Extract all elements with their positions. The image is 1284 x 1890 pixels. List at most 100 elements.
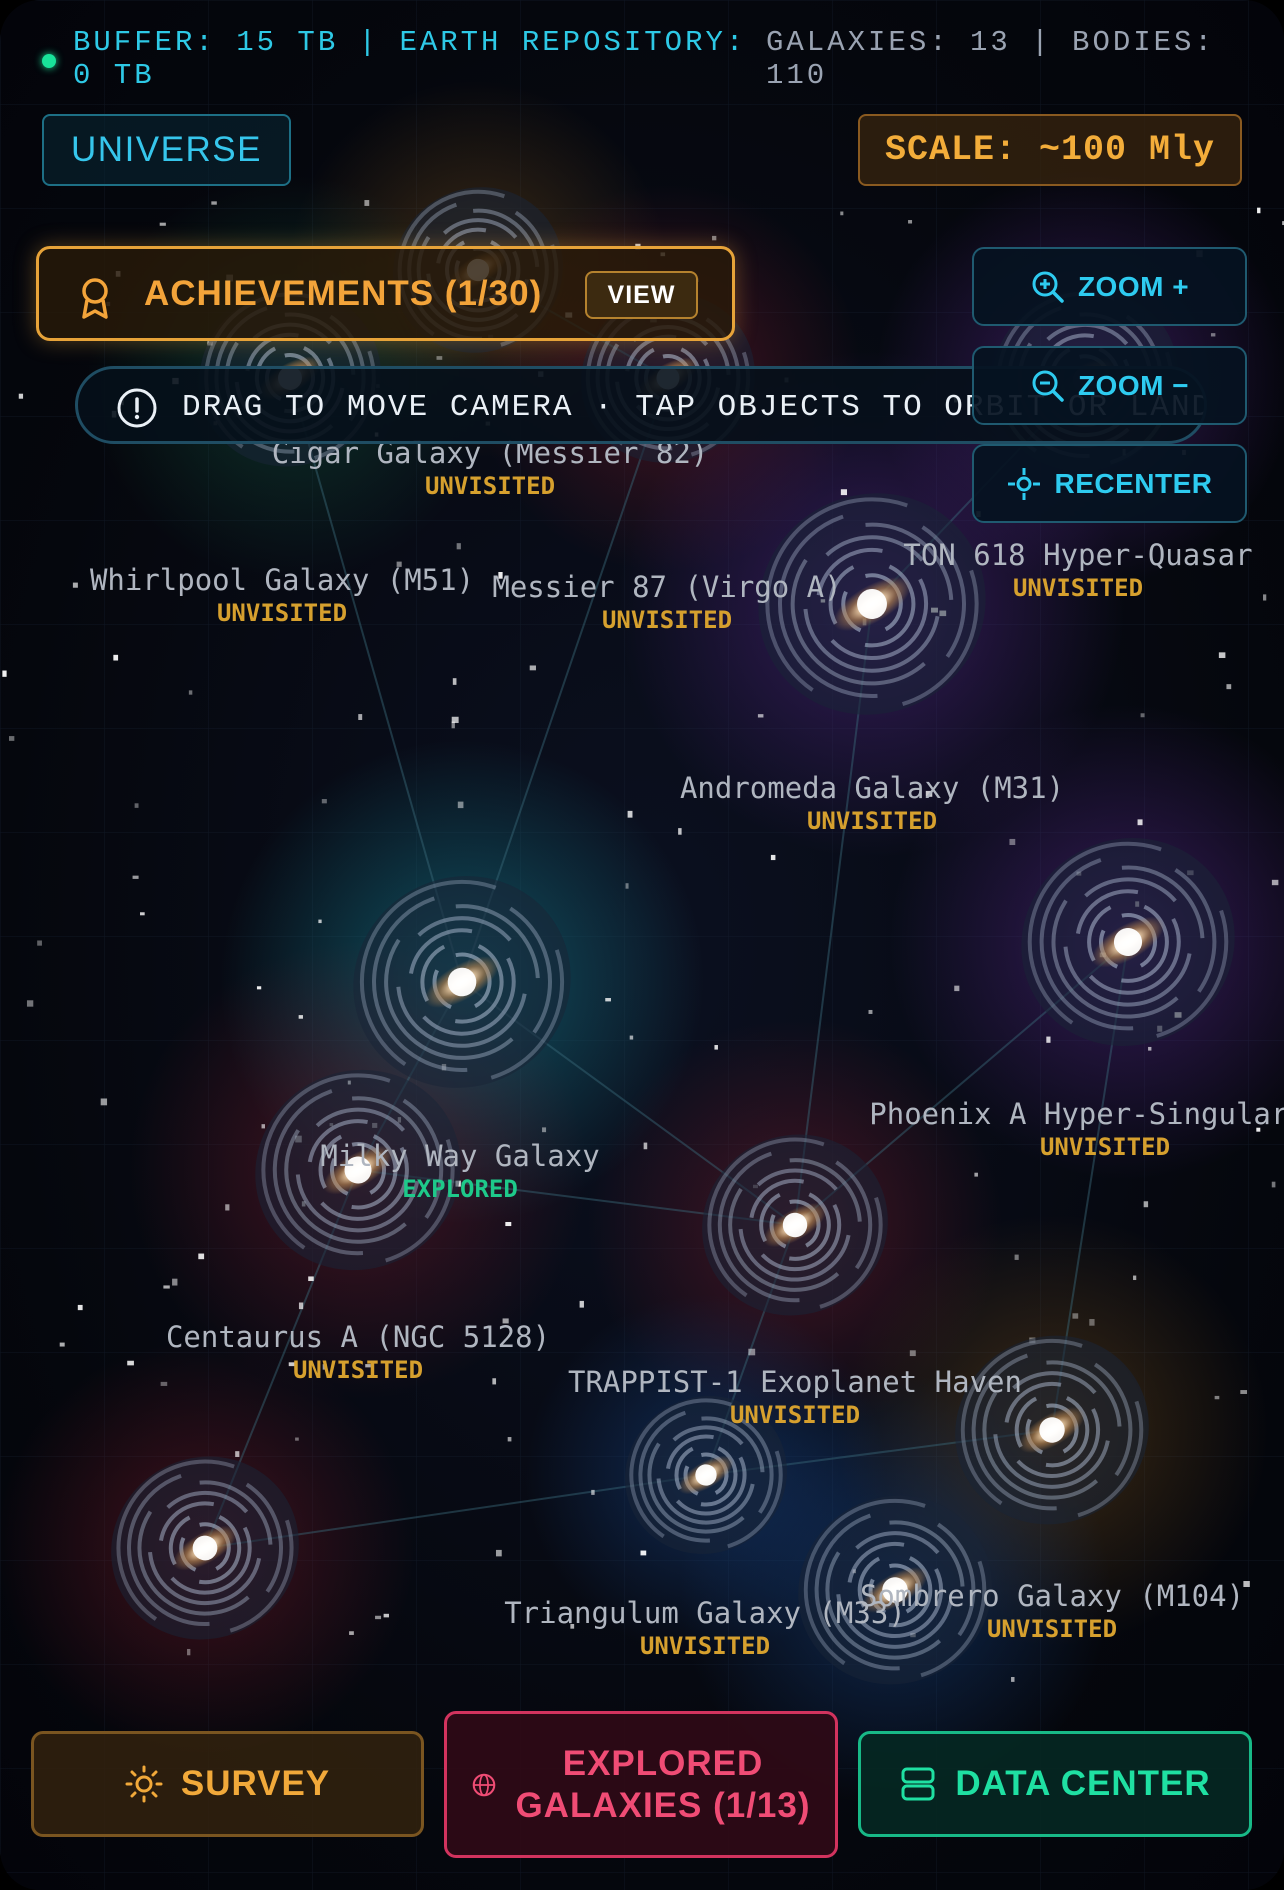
- star: [159, 222, 166, 226]
- recenter-button[interactable]: RECENTER: [972, 444, 1247, 523]
- scale-badge: SCALE: ~100 Mly: [858, 114, 1242, 186]
- star: [1257, 207, 1261, 214]
- galaxy-name: TRAPPIST-1 Exoplanet Haven: [568, 1365, 1022, 1399]
- star: [840, 211, 844, 216]
- star: [8, 736, 15, 741]
- star: [909, 1350, 916, 1357]
- star: [261, 1124, 266, 1129]
- star: [452, 678, 457, 685]
- galaxy-label[interactable]: Andromeda Galaxy (M31) UNVISITED: [572, 771, 1172, 835]
- star: [140, 912, 145, 916]
- star: [954, 985, 960, 992]
- galaxy-label[interactable]: Sombrero Galaxy (M104) UNVISITED: [752, 1579, 1284, 1643]
- zoom-out-button[interactable]: ZOOM −: [972, 346, 1247, 425]
- star: [436, 356, 443, 360]
- star: [235, 1451, 240, 1457]
- star: [1226, 684, 1232, 690]
- star: [1133, 1275, 1137, 1281]
- star: [188, 690, 193, 695]
- galaxy-label[interactable]: TRAPPIST-1 Exoplanet Haven UNVISITED: [495, 1365, 1095, 1429]
- star: [1140, 713, 1145, 718]
- star: [132, 875, 139, 879]
- globe-icon: [473, 1773, 496, 1796]
- star: [298, 1302, 304, 1310]
- star: [37, 940, 42, 946]
- view-achievements-button[interactable]: VIEW: [585, 271, 698, 319]
- star: [714, 1045, 718, 1050]
- universe-button[interactable]: UNIVERSE: [42, 114, 291, 186]
- galaxy-status: UNVISITED: [986, 1615, 1118, 1643]
- star: [542, 1127, 547, 1133]
- award-icon: [82, 278, 108, 319]
- star: [1014, 1254, 1019, 1260]
- star: [225, 1204, 230, 1211]
- zoom-out-label: ZOOM −: [1077, 369, 1190, 401]
- star: [1009, 838, 1016, 846]
- star: [364, 200, 370, 206]
- star: [2, 670, 7, 677]
- universe-map-screen: BUFFER: 15 TB | EARTH REPOSITORY: 0 TB G…: [0, 0, 1284, 1890]
- star: [321, 799, 327, 804]
- star: [134, 803, 139, 808]
- star: [383, 1613, 389, 1618]
- star: [495, 1549, 502, 1557]
- star: [298, 1015, 303, 1019]
- galaxy-label[interactable]: TON 618 Hyper-Quasar UNVISITED: [778, 538, 1284, 602]
- star: [591, 1489, 595, 1495]
- recenter-label: RECENTER: [1054, 467, 1213, 499]
- galaxy-name: Sombrero Galaxy (M104): [859, 1579, 1245, 1613]
- explored-label-line2: GALAXIES (1/13): [515, 1785, 811, 1825]
- info-icon: [117, 388, 157, 428]
- star: [198, 1253, 205, 1260]
- star: [77, 1304, 83, 1311]
- star: [605, 998, 611, 1002]
- storage-status: BUFFER: 15 TB | EARTH REPOSITORY: 0 TB: [73, 26, 747, 92]
- achievements-label: ACHIEVEMENTS (1/30): [144, 274, 543, 313]
- galaxy-status: UNVISITED: [601, 606, 733, 634]
- survey-button[interactable]: SURVEY: [31, 1731, 424, 1837]
- galaxy-label[interactable]: Cigar Galaxy (Messier 82) UNVISITED: [190, 436, 790, 500]
- explored-label-line1: EXPLORED: [562, 1743, 764, 1783]
- star: [579, 1300, 584, 1308]
- zoom-in-icon: [1032, 271, 1064, 303]
- star: [358, 714, 363, 721]
- star: [1143, 1201, 1149, 1208]
- star: [505, 1221, 512, 1227]
- star: [507, 1437, 512, 1442]
- star: [770, 854, 776, 861]
- star: [100, 1098, 108, 1106]
- star: [1046, 1036, 1051, 1043]
- star: [1210, 333, 1216, 337]
- star: [318, 919, 322, 924]
- star: [629, 1035, 634, 1040]
- star: [908, 220, 913, 224]
- star: [26, 1000, 34, 1007]
- achievements-panel[interactable]: ACHIEVEMENTS (1/30) VIEW: [36, 246, 735, 341]
- star: [172, 1278, 178, 1286]
- galaxy-name: TON 618 Hyper-Quasar: [903, 538, 1253, 572]
- star: [1089, 1319, 1095, 1326]
- galaxy-label[interactable]: Milky Way Galaxy EXPLORED: [160, 1139, 760, 1203]
- star: [1214, 1395, 1220, 1400]
- star: [451, 716, 459, 724]
- star: [1148, 1046, 1152, 1051]
- star: [18, 393, 24, 399]
- star: [187, 1648, 191, 1656]
- star: [1072, 1313, 1079, 1319]
- star: [256, 986, 262, 990]
- zoom-in-button[interactable]: ZOOM +: [972, 247, 1247, 326]
- galaxy-name: Phoenix A Hyper-Singularity: [869, 1097, 1284, 1131]
- galaxy-status: EXPLORED: [402, 1175, 518, 1203]
- galaxy-status: UNVISITED: [806, 807, 938, 835]
- galaxy-name: Milky Way Galaxy: [320, 1139, 600, 1173]
- crosshair-icon: [1008, 467, 1041, 500]
- galaxy-label[interactable]: Phoenix A Hyper-SingularityUNVISITED: [805, 1097, 1284, 1161]
- sun-icon: [125, 1765, 163, 1803]
- galaxy-status: UNVISITED: [1039, 1133, 1171, 1161]
- star: [1240, 1390, 1248, 1394]
- explored-galaxies-button[interactable]: EXPLORED GALAXIES (1/13): [444, 1711, 838, 1858]
- star: [295, 1437, 299, 1441]
- data-center-button[interactable]: DATA CENTER: [858, 1731, 1252, 1837]
- star: [868, 1009, 873, 1014]
- star: [1011, 1677, 1015, 1682]
